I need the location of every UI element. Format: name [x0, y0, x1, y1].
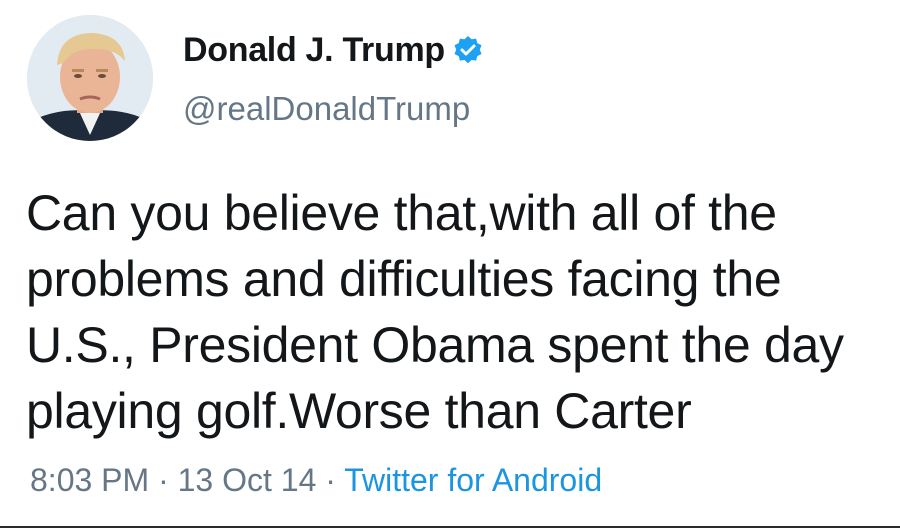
- tweet-text-line: problems and difficulties facing the: [26, 251, 782, 307]
- author-row: Donald J. Trump: [183, 27, 483, 73]
- tweet-metadata: 8:03 PM · 13 Oct 14 · Twitter for Androi…: [30, 462, 602, 499]
- bottom-divider: [0, 526, 900, 528]
- profile-avatar[interactable]: [27, 15, 153, 141]
- tweet-date[interactable]: 13 Oct 14: [178, 462, 317, 498]
- meta-separator: ·: [158, 462, 169, 498]
- display-name[interactable]: Donald J. Trump: [183, 31, 445, 70]
- tweet-card: Donald J. Trump @realDonaldTrump Can you…: [0, 0, 900, 529]
- tweet-text-line: Can you believe that,with all of the: [26, 185, 777, 241]
- tweet-text-line: playing golf.Worse than Carter: [26, 383, 692, 439]
- verified-badge-icon: [453, 35, 483, 65]
- tweet-text-line: U.S., President Obama spent the day: [26, 317, 844, 373]
- user-handle[interactable]: @realDonaldTrump: [183, 90, 470, 128]
- tweet-time[interactable]: 8:03 PM: [30, 462, 149, 498]
- avatar-portrait-icon: [27, 15, 153, 141]
- tweet-source-link[interactable]: Twitter for Android: [344, 462, 602, 498]
- tweet-text: Can you believe that,with all of the pro…: [26, 180, 896, 444]
- meta-separator: ·: [325, 462, 336, 498]
